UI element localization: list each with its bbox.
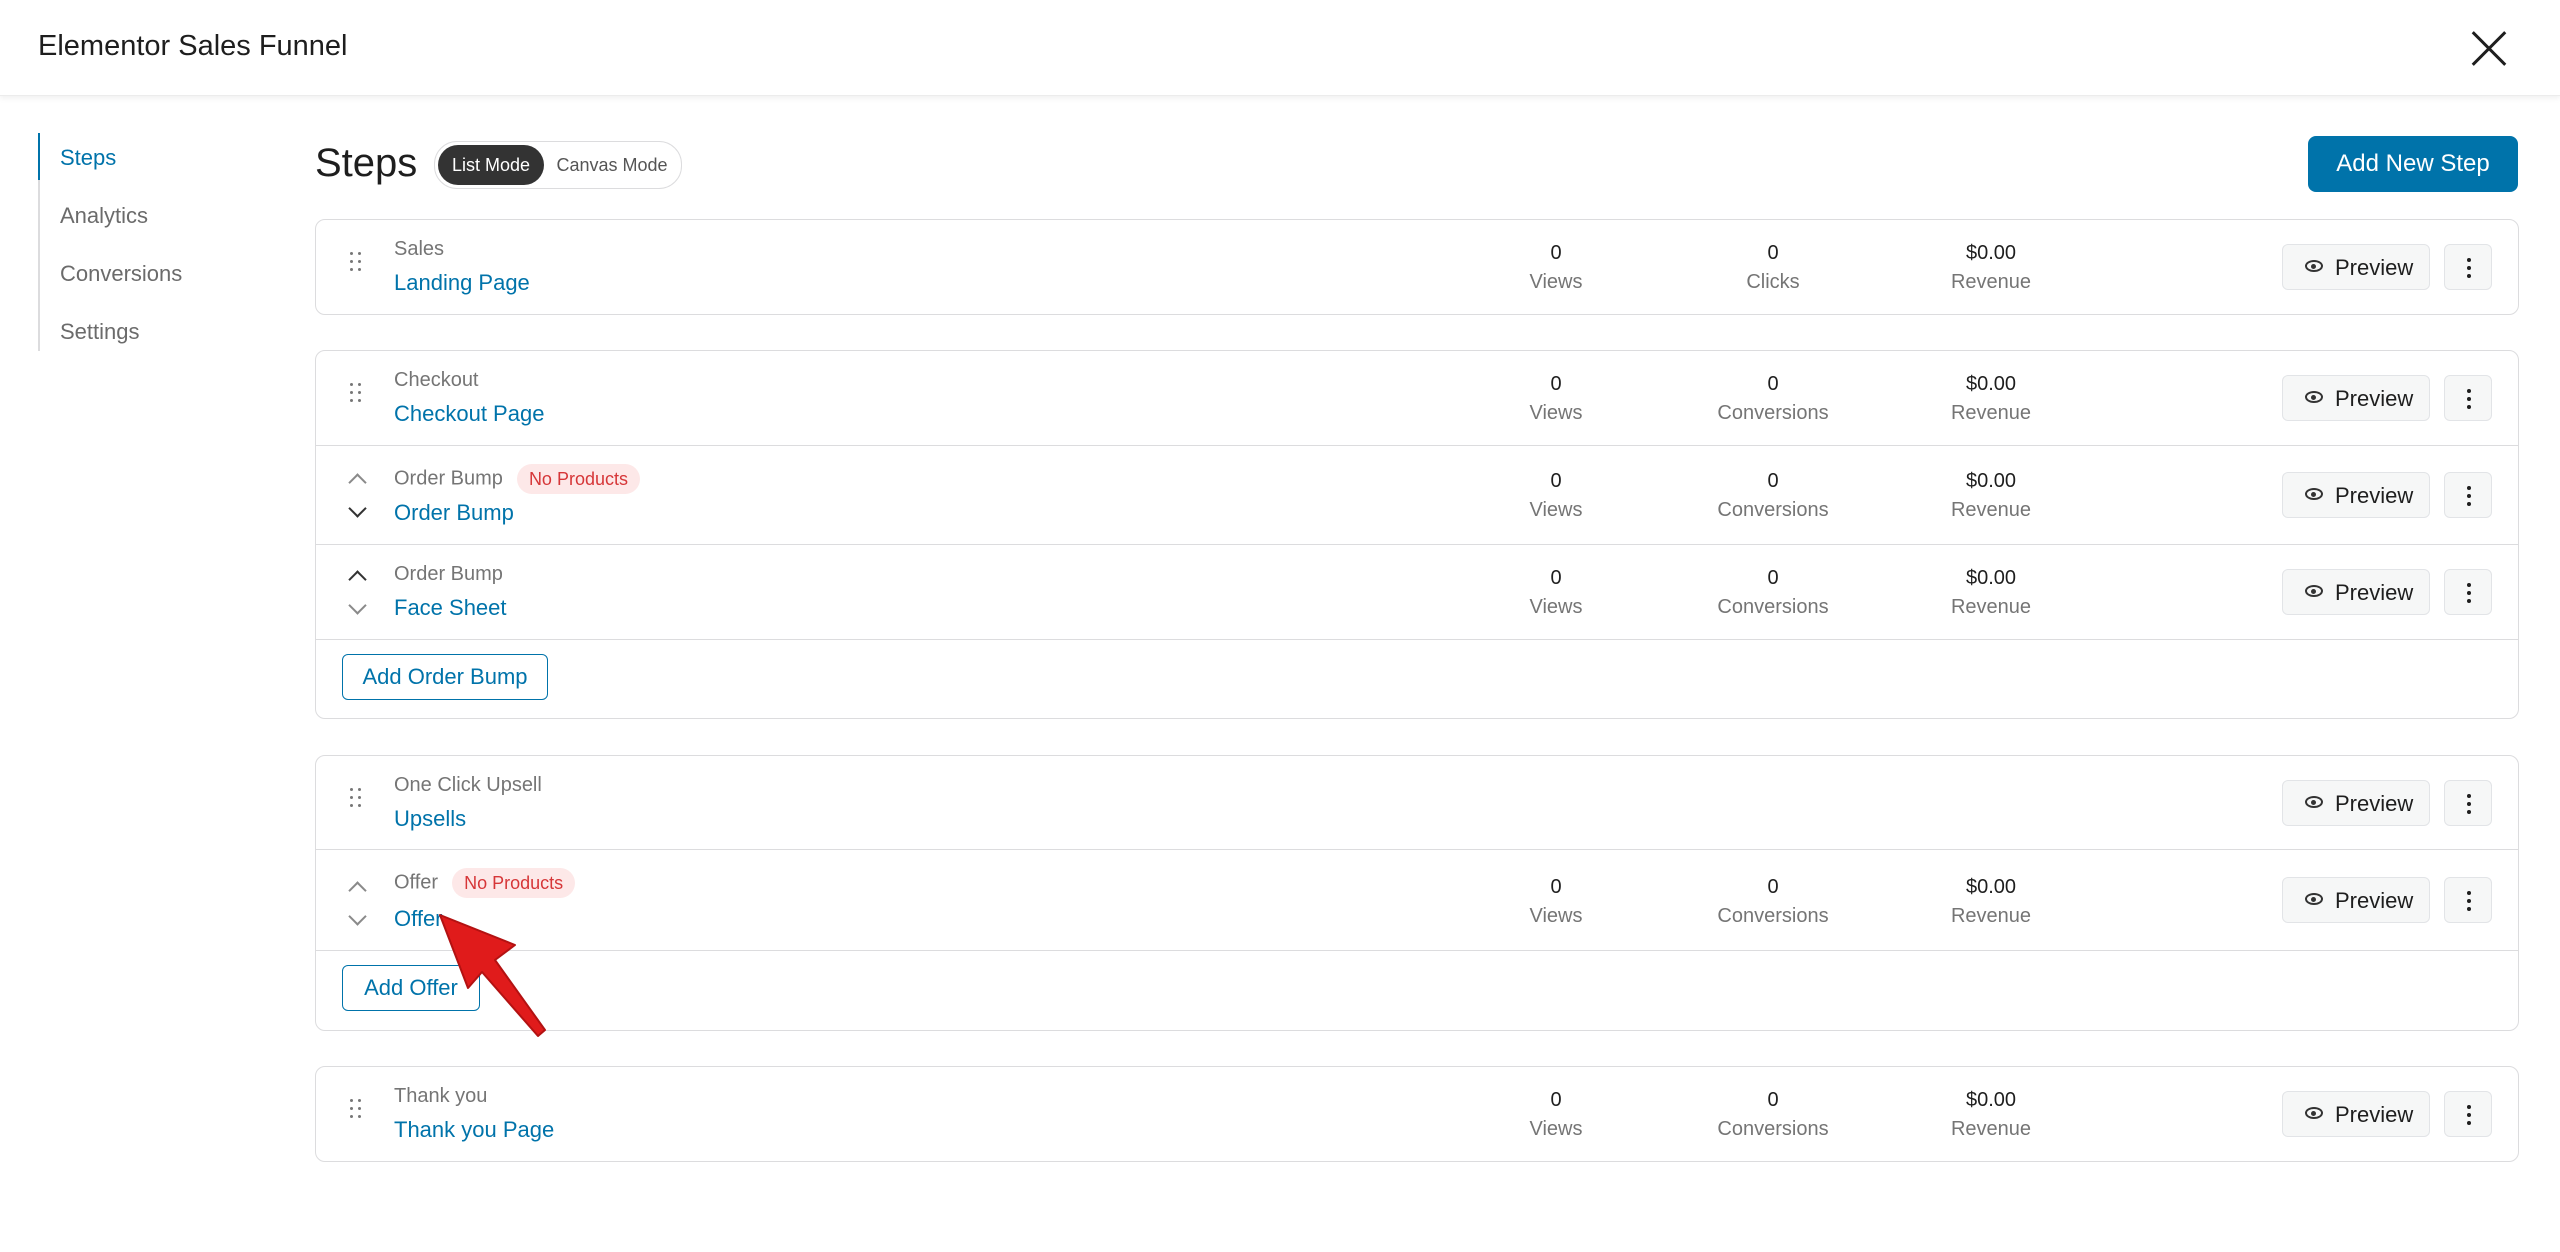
add-order-bump-button[interactable]: Add Order Bump — [342, 654, 548, 700]
stat-views: 0 Views — [1529, 1089, 1583, 1140]
step-name-link[interactable]: Order Bump — [394, 500, 514, 526]
preview-button[interactable]: Preview — [2282, 569, 2430, 615]
preview-button[interactable]: Preview — [2282, 780, 2430, 826]
preview-button[interactable]: Preview — [2282, 1091, 2430, 1137]
add-new-step-button[interactable]: Add New Step — [2308, 136, 2518, 192]
stat-conversions: 0 Conversions — [1717, 1089, 1829, 1140]
stat-conversions: 0 Conversions — [1717, 470, 1829, 521]
move-down-icon[interactable] — [349, 912, 365, 928]
step-type-label: Order Bump No Products — [394, 464, 640, 494]
more-options-button[interactable] — [2444, 569, 2492, 615]
canvas-mode-button[interactable]: Canvas Mode — [546, 145, 678, 185]
step-type-label: Offer No Products — [394, 868, 576, 898]
drag-handle-icon[interactable] — [350, 383, 364, 405]
mode-toggle: List Mode Canvas Mode — [434, 141, 682, 189]
step-type-label: Thank you — [394, 1085, 488, 1107]
step-type-label: Sales — [394, 238, 445, 260]
move-up-icon[interactable] — [349, 567, 365, 583]
preview-button[interactable]: Preview — [2282, 472, 2430, 518]
more-options-button[interactable] — [2444, 877, 2492, 923]
step-row-upsells: One Click Upsell Upsells Preview — [316, 756, 2518, 849]
eye-icon — [2305, 1107, 2323, 1119]
row-divider — [316, 639, 2518, 640]
eye-icon — [2305, 585, 2323, 597]
step-type-label: Order Bump — [394, 563, 503, 585]
drag-handle-icon[interactable] — [350, 1099, 364, 1121]
sidebar-item-settings[interactable]: Settings — [60, 319, 140, 345]
eye-icon — [2305, 260, 2323, 272]
sidebar-item-steps[interactable]: Steps — [60, 145, 116, 171]
more-options-button[interactable] — [2444, 375, 2492, 421]
stat-revenue: $0.00 Revenue — [1950, 876, 2032, 927]
more-options-button[interactable] — [2444, 1091, 2492, 1137]
step-group-checkout: Checkout Checkout Page 0 Views 0 Conversio… — [315, 350, 2519, 719]
move-up-icon[interactable] — [349, 470, 365, 486]
stat-views: 0 Views — [1529, 470, 1583, 521]
eye-icon — [2305, 391, 2323, 403]
step-type-label: Checkout — [394, 369, 479, 391]
eye-icon — [2305, 893, 2323, 905]
step-row-order-bump: Order Bump No Products Order Bump 0 Views … — [316, 446, 2518, 544]
no-products-badge: No Products — [516, 464, 640, 494]
step-name-link[interactable]: Thank you Page — [394, 1117, 554, 1143]
move-up-icon[interactable] — [349, 878, 365, 894]
preview-button[interactable]: Preview — [2282, 877, 2430, 923]
close-icon[interactable] — [2468, 28, 2510, 70]
sidebar-item-analytics[interactable]: Analytics — [60, 203, 148, 229]
nav-active-indicator — [38, 133, 40, 180]
stat-conversions: 0 Conversions — [1717, 876, 1829, 927]
no-products-badge: No Products — [452, 868, 576, 898]
step-group-sales: Sales Landing Page 0 Views 0 Clicks $0.00 R… — [315, 219, 2519, 315]
move-down-icon[interactable] — [349, 504, 365, 520]
annotation-arrow-icon — [439, 914, 546, 1037]
stat-conversions: 0 Conversions — [1717, 567, 1829, 618]
stat-revenue: $0.00 Revenue — [1950, 567, 2032, 618]
drag-handle-icon[interactable] — [350, 788, 364, 810]
stat-views: 0 Views — [1529, 567, 1583, 618]
step-type-label: One Click Upsell — [394, 774, 542, 796]
eye-icon — [2305, 796, 2323, 808]
list-mode-button[interactable]: List Mode — [438, 145, 544, 185]
step-name-link[interactable]: Upsells — [394, 806, 466, 832]
stat-revenue: $0.00 Revenue — [1950, 1089, 2032, 1140]
preview-button[interactable]: Preview — [2282, 375, 2430, 421]
stat-views: 0 Views — [1529, 242, 1583, 293]
move-down-icon[interactable] — [349, 601, 365, 617]
stat-conversions: 0 Conversions — [1717, 373, 1829, 424]
step-row-checkout: Checkout Checkout Page 0 Views 0 Conversio… — [316, 351, 2518, 445]
row-divider — [316, 950, 2518, 951]
more-options-button[interactable] — [2444, 780, 2492, 826]
drag-handle-icon[interactable] — [350, 252, 364, 274]
stat-views: 0 Views — [1529, 876, 1583, 927]
stat-clicks: 0 Clicks — [1746, 242, 1800, 293]
page-title: Steps — [315, 141, 418, 185]
more-options-button[interactable] — [2444, 244, 2492, 290]
top-bar: Elementor Sales Funnel — [0, 0, 2560, 96]
eye-icon — [2305, 488, 2323, 500]
step-name-link[interactable]: Checkout Page — [394, 401, 544, 427]
stat-revenue: $0.00 Revenue — [1950, 242, 2032, 293]
more-options-button[interactable] — [2444, 472, 2492, 518]
app-title: Elementor Sales Funnel — [38, 30, 348, 62]
preview-button[interactable]: Preview — [2282, 244, 2430, 290]
step-row-offer: Offer No Products Offer 0 Views 0 Conversio… — [316, 850, 2518, 950]
step-group-upsell: One Click Upsell Upsells Preview Offer No… — [315, 755, 2519, 1031]
step-group-thankyou: Thank you Thank you Page 0 Views 0 Convers… — [315, 1066, 2519, 1162]
sidebar-nav: Steps Analytics Conversions Settings — [38, 133, 260, 351]
stat-revenue: $0.00 Revenue — [1950, 470, 2032, 521]
step-row-face-sheet: Order Bump Face Sheet 0 Views 0 Conversion… — [316, 545, 2518, 639]
step-row-sales: Sales Landing Page 0 Views 0 Clicks $0.00 R… — [316, 220, 2518, 314]
stat-revenue: $0.00 Revenue — [1950, 373, 2032, 424]
sidebar-item-conversions[interactable]: Conversions — [60, 261, 182, 287]
step-name-link[interactable]: Landing Page — [394, 270, 530, 296]
stat-views: 0 Views — [1529, 373, 1583, 424]
step-name-link[interactable]: Face Sheet — [394, 595, 507, 621]
step-row-thank-you: Thank you Thank you Page 0 Views 0 Convers… — [316, 1067, 2518, 1161]
